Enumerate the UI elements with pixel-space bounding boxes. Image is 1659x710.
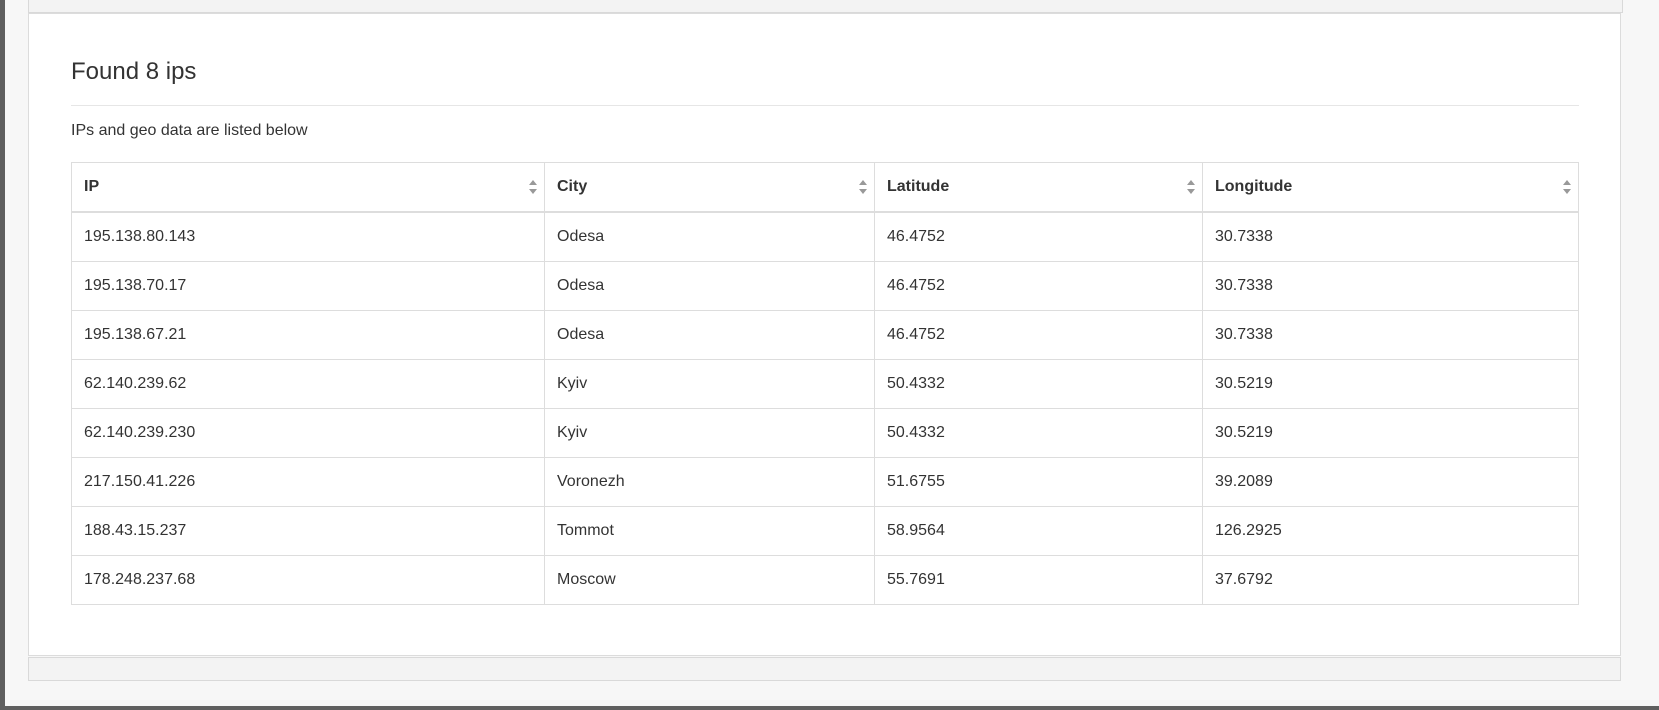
cell-latitude: 50.4332 — [874, 359, 1203, 409]
cell-latitude: 55.7691 — [874, 555, 1203, 605]
cell-longitude: 30.7338 — [1202, 310, 1579, 360]
cell-ip: 62.140.239.230 — [71, 408, 545, 458]
window-bottom-border — [0, 706, 1659, 710]
cell-latitude: 50.4332 — [874, 408, 1203, 458]
column-header-label: IP — [84, 178, 100, 195]
table-row: 217.150.41.226 Voronezh 51.6755 39.2089 — [71, 457, 1579, 507]
cell-city: Kyiv — [544, 359, 875, 409]
column-header-latitude[interactable]: Latitude — [874, 162, 1203, 213]
title-divider — [71, 105, 1579, 106]
cell-longitude: 30.7338 — [1202, 261, 1579, 311]
cell-city: Voronezh — [544, 457, 875, 507]
cell-ip: 178.248.237.68 — [71, 555, 545, 605]
column-header-city[interactable]: City — [544, 162, 875, 213]
sort-icon[interactable] — [858, 179, 868, 195]
cell-ip: 195.138.67.21 — [71, 310, 545, 360]
cell-city: Odesa — [544, 310, 875, 360]
column-header-label: City — [557, 178, 588, 195]
cell-latitude: 46.4752 — [874, 261, 1203, 311]
table-row: 62.140.239.230 Kyiv 50.4332 30.5219 — [71, 408, 1579, 458]
ip-geo-table: IP City Latitude Longitude 195.138.80.14… — [71, 162, 1579, 605]
table-row: 195.138.80.143 Odesa 46.4752 30.7338 — [71, 211, 1579, 262]
cell-ip: 195.138.80.143 — [71, 211, 545, 262]
previous-panel-footer — [28, 0, 1623, 13]
cell-longitude: 126.2925 — [1202, 506, 1579, 556]
cell-ip: 195.138.70.17 — [71, 261, 545, 311]
cell-ip: 217.150.41.226 — [71, 457, 545, 507]
table-row: 62.140.239.62 Kyiv 50.4332 30.5219 — [71, 359, 1579, 409]
cell-longitude: 30.7338 — [1202, 211, 1579, 262]
table-row: 188.43.15.237 Tommot 58.9564 126.2925 — [71, 506, 1579, 556]
cell-latitude: 46.4752 — [874, 310, 1203, 360]
results-panel: Found 8 ips IPs and geo data are listed … — [28, 13, 1621, 656]
cell-ip: 62.140.239.62 — [71, 359, 545, 409]
cell-city: Odesa — [544, 261, 875, 311]
sort-icon[interactable] — [1562, 179, 1572, 195]
sort-icon[interactable] — [1186, 179, 1196, 195]
column-header-longitude[interactable]: Longitude — [1202, 162, 1579, 213]
cell-city: Tommot — [544, 506, 875, 556]
cell-longitude: 39.2089 — [1202, 457, 1579, 507]
cell-city: Moscow — [544, 555, 875, 605]
cell-longitude: 30.5219 — [1202, 359, 1579, 409]
table-header-row: IP City Latitude Longitude — [71, 162, 1579, 213]
column-header-label: Longitude — [1215, 178, 1293, 195]
column-header-ip[interactable]: IP — [71, 162, 545, 213]
panel-subtitle: IPs and geo data are listed below — [71, 122, 308, 139]
cell-ip: 188.43.15.237 — [71, 506, 545, 556]
cell-city: Kyiv — [544, 408, 875, 458]
table-row: 195.138.67.21 Odesa 46.4752 30.7338 — [71, 310, 1579, 360]
cell-latitude: 51.6755 — [874, 457, 1203, 507]
column-header-label: Latitude — [887, 178, 950, 195]
table-row: 178.248.237.68 Moscow 55.7691 37.6792 — [71, 555, 1579, 605]
cell-latitude: 46.4752 — [874, 211, 1203, 262]
panel-footer — [28, 657, 1621, 681]
panel-title: Found 8 ips — [71, 58, 197, 85]
cell-longitude: 30.5219 — [1202, 408, 1579, 458]
cell-city: Odesa — [544, 211, 875, 262]
cell-longitude: 37.6792 — [1202, 555, 1579, 605]
table-row: 195.138.70.17 Odesa 46.4752 30.7338 — [71, 261, 1579, 311]
cell-latitude: 58.9564 — [874, 506, 1203, 556]
sort-icon[interactable] — [528, 179, 538, 195]
